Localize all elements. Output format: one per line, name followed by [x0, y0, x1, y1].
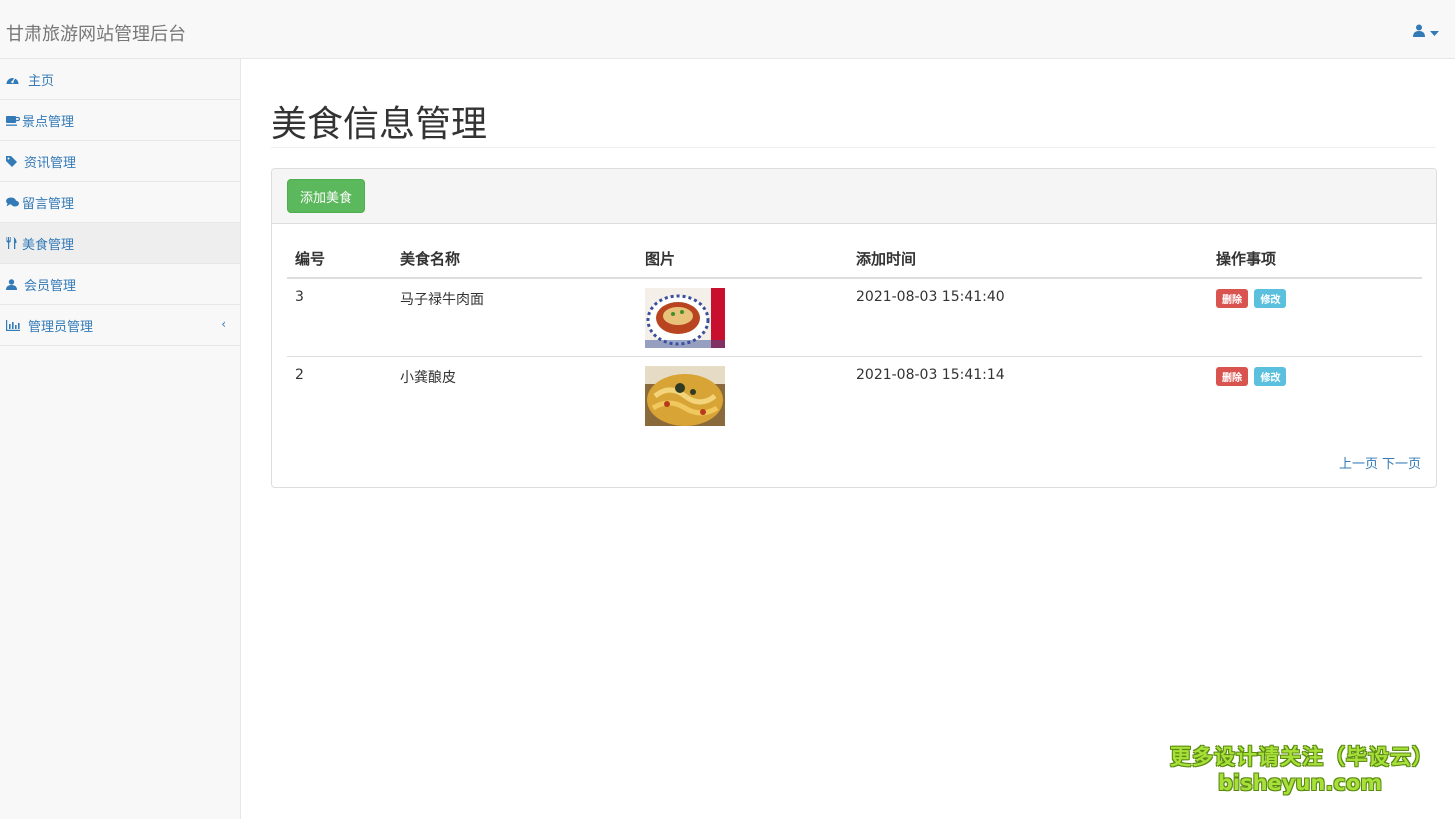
- sidebar-item-scenic[interactable]: 景点管理: [0, 100, 240, 141]
- tag-icon: [6, 155, 20, 167]
- cell-id: 2: [295, 367, 304, 383]
- bar-chart-icon: [6, 319, 20, 331]
- watermark-line2: bisheyun.com: [1217, 771, 1383, 795]
- table-row: 2 小龚酿皮 2021-08-03 15:41:14 删除 修改: [287, 357, 1422, 435]
- sidebar-item-label: 景点管理: [22, 114, 75, 130]
- sidebar-item-admins[interactable]: 管理员管理 ‹: [0, 305, 240, 346]
- sidebar-item-label: 管理员管理: [28, 319, 94, 335]
- coffee-icon: [6, 115, 20, 126]
- column-header-name: 美食名称: [392, 241, 637, 279]
- cell-name: 小龚酿皮: [400, 370, 456, 386]
- caret-down-icon: [1430, 25, 1439, 41]
- food-thumbnail-image: [645, 288, 725, 348]
- title-divider: [271, 147, 1436, 148]
- user-icon: [1413, 24, 1425, 41]
- page-title: 美食信息管理: [271, 104, 488, 145]
- sidebar-item-messages[interactable]: 留言管理: [0, 182, 240, 223]
- user-dropdown[interactable]: [1413, 24, 1439, 41]
- main-content: 美食信息管理 添加美食 编号 美食名称 图片 添加时间 操作事项 3 马子禄牛肉…: [241, 59, 1455, 819]
- next-page-link[interactable]: 下一页: [1382, 453, 1421, 472]
- add-food-button[interactable]: 添加美食: [287, 179, 366, 213]
- table-row: 3 马子禄牛肉面 2021-08-03 15:41:40 删除 修改: [287, 278, 1422, 357]
- cell-image: [637, 278, 848, 357]
- cell-actions: 删除 修改: [1208, 278, 1422, 357]
- chevron-left-icon[interactable]: ‹: [221, 317, 226, 331]
- sidebar-item-home[interactable]: 主页: [0, 59, 240, 100]
- food-thumbnail-image: [645, 366, 725, 426]
- watermark: 更多设计请关注（毕设云） bisheyun.com: [1170, 741, 1434, 795]
- cell-time: 2021-08-03 15:41:14: [856, 367, 1005, 383]
- sidebar: 主页 景点管理 资讯管理 留言管理 美食管理 会员管理 管理员管理 ‹: [0, 59, 241, 819]
- cell-image: [637, 357, 848, 435]
- watermark-line1: 更多设计请关注（毕设云）: [1170, 745, 1434, 769]
- delete-button[interactable]: 删除: [1216, 367, 1248, 386]
- delete-button[interactable]: 删除: [1216, 289, 1248, 308]
- cell-name: 马子禄牛肉面: [392, 278, 637, 357]
- sidebar-item-label: 美食管理: [22, 237, 75, 253]
- column-header-image: 图片: [637, 241, 848, 279]
- sidebar-item-news[interactable]: 资讯管理: [0, 141, 240, 182]
- column-header-actions: 操作事项: [1208, 241, 1422, 279]
- cutlery-icon: [6, 237, 20, 249]
- sidebar-item-label: 留言管理: [22, 196, 75, 212]
- panel-heading: 添加美食: [272, 169, 1436, 224]
- top-navbar: 甘肃旅游网站管理后台: [0, 0, 1455, 59]
- column-header-id: 编号: [287, 241, 392, 279]
- food-table: 编号 美食名称 图片 添加时间 操作事项 3 马子禄牛肉面 2021-08-03…: [287, 241, 1422, 434]
- dashboard-icon: [6, 74, 20, 85]
- cell-actions: 删除 修改: [1208, 357, 1422, 435]
- prev-page-link[interactable]: 上一页: [1339, 453, 1378, 472]
- edit-button[interactable]: 修改: [1254, 289, 1287, 308]
- sidebar-item-label: 主页: [28, 73, 55, 89]
- food-panel: 添加美食 编号 美食名称 图片 添加时间 操作事项 3 马子禄牛肉面 2021-…: [271, 168, 1437, 488]
- edit-button[interactable]: 修改: [1254, 367, 1287, 386]
- cell-time: 2021-08-03 15:41:40: [848, 278, 1208, 357]
- sidebar-item-label: 会员管理: [24, 278, 77, 294]
- comments-icon: [6, 197, 20, 208]
- table-header-row: 编号 美食名称 图片 添加时间 操作事项: [287, 241, 1422, 279]
- pagination: 上一页 下一页: [1339, 453, 1421, 472]
- column-header-time: 添加时间: [848, 241, 1208, 279]
- sidebar-item-label: 资讯管理: [24, 155, 77, 171]
- user-icon: [6, 278, 20, 290]
- sidebar-item-members[interactable]: 会员管理: [0, 264, 240, 305]
- sidebar-item-food[interactable]: 美食管理: [0, 223, 240, 264]
- brand-title[interactable]: 甘肃旅游网站管理后台: [6, 20, 186, 46]
- cell-id: 3: [287, 278, 392, 357]
